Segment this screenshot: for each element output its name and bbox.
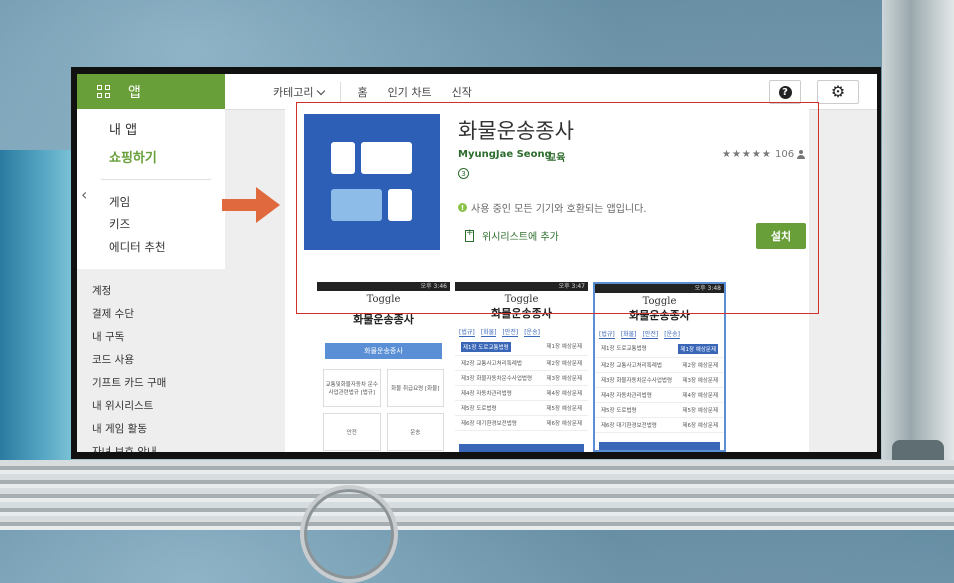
nav-top-charts[interactable]: 인기 차트 [378,84,442,100]
help-icon: ? [778,85,792,99]
sidebar-divider [101,179,211,180]
play-store-window: 앱 카테고리 홈 인기 차트 신작 ? ⚙ 내 앱 쇼핑하기 ‹ 게임 키즈 에… [77,74,877,452]
chevron-left-icon[interactable]: ‹ [81,185,87,204]
sidebar-item-subscriptions[interactable]: 내 구독 [92,329,124,344]
sidebar-item-redeem[interactable]: 코드 사용 [92,352,134,367]
background-emblem [300,485,398,583]
gear-icon: ⚙ [830,82,846,101]
sidebar: 내 앱 쇼핑하기 ‹ 게임 키즈 에디터 추천 [77,109,225,269]
sidebar-item-games[interactable]: 게임 [109,194,130,210]
nav-home[interactable]: 홈 [347,84,377,100]
background-truck-side [0,150,72,460]
nav-new[interactable]: 신작 [442,84,482,100]
sidebar-item-game-activity[interactable]: 내 게임 활동 [92,421,147,436]
sidebar-item-wishlist[interactable]: 내 위시리스트 [92,398,153,413]
settings-button[interactable]: ⚙ [817,80,859,104]
apps-label: 앱 [128,84,141,101]
sidebar-item-my-apps[interactable]: 내 앱 [109,119,137,138]
background-grille [0,460,954,530]
sidebar-item-kids[interactable]: 키즈 [109,216,130,232]
help-button[interactable]: ? [769,80,801,104]
highlight-box [296,102,819,314]
background-truck-right [882,0,954,530]
nav-category[interactable]: 카테고리 [263,84,334,100]
sidebar-item-gift-card[interactable]: 기프트 카드 구매 [92,375,166,390]
sidebar-item-account[interactable]: 계정 [92,283,111,298]
apps-grid-icon [97,85,110,98]
arrow-right-icon [222,187,280,223]
sidebar-item-parent-guide[interactable]: 자녀 보호 안내 [92,444,157,452]
sidebar-item-editors-choice[interactable]: 에디터 추천 [109,239,166,255]
apps-tab[interactable]: 앱 [77,74,225,109]
sidebar-item-shop[interactable]: 쇼핑하기 [109,147,157,166]
chevron-down-icon [317,86,326,95]
sidebar-item-payment[interactable]: 결제 수단 [92,306,134,321]
